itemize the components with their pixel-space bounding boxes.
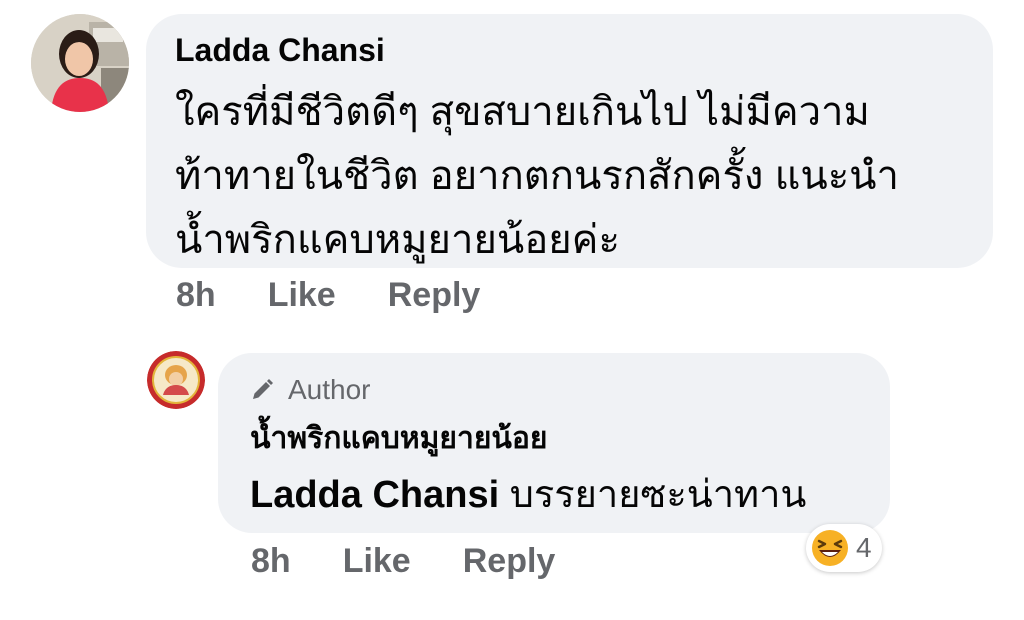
pencil-icon xyxy=(253,379,273,399)
reaction-summary[interactable]: 4 xyxy=(806,524,882,572)
reply-author-name[interactable]: น้ำพริกแคบหมูยายน้อย xyxy=(250,418,548,460)
comment-timestamp[interactable]: 8h xyxy=(176,276,216,315)
reply-actions: 8h Like Reply xyxy=(251,542,607,581)
page-avatar[interactable] xyxy=(147,351,205,409)
reply-text: Ladda Chansi บรรยายซะน่าทาน xyxy=(250,468,806,522)
mention-link[interactable]: Ladda Chansi xyxy=(250,474,499,516)
reply-timestamp[interactable]: 8h xyxy=(251,542,291,581)
like-button[interactable]: Like xyxy=(343,542,411,581)
author-badge-label: Author xyxy=(288,374,371,405)
reply-button[interactable]: Reply xyxy=(388,276,481,315)
comment-text-line: น้ำพริกแคบหมูยายน้อยค่ะ xyxy=(175,218,620,262)
reply-text-body: บรรยายซะน่าทาน xyxy=(509,474,807,516)
reply-button[interactable]: Reply xyxy=(463,542,556,581)
comment-actions: 8h Like Reply xyxy=(176,276,532,315)
author-badge: Author xyxy=(250,370,371,410)
page-logo-icon xyxy=(147,351,205,409)
avatar[interactable] xyxy=(31,14,129,112)
comment-text-line: ใครที่มีชีวิตดีๆ สุขสบายเกินไป ไม่มีความ xyxy=(175,90,870,134)
user-avatar-image xyxy=(31,14,129,112)
laughing-emoji-icon xyxy=(812,530,848,566)
comment-text-line: ท้าทายในชีวิต อยากตกนรกสักครั้ง แนะนำ xyxy=(175,154,899,198)
comment-text: ใครที่มีชีวิตดีๆ สุขสบายเกินไป ไม่มีความ… xyxy=(175,80,965,272)
comment-author-name[interactable]: Ladda Chansi xyxy=(175,28,385,72)
like-button[interactable]: Like xyxy=(268,276,336,315)
reaction-count: 4 xyxy=(856,532,872,563)
